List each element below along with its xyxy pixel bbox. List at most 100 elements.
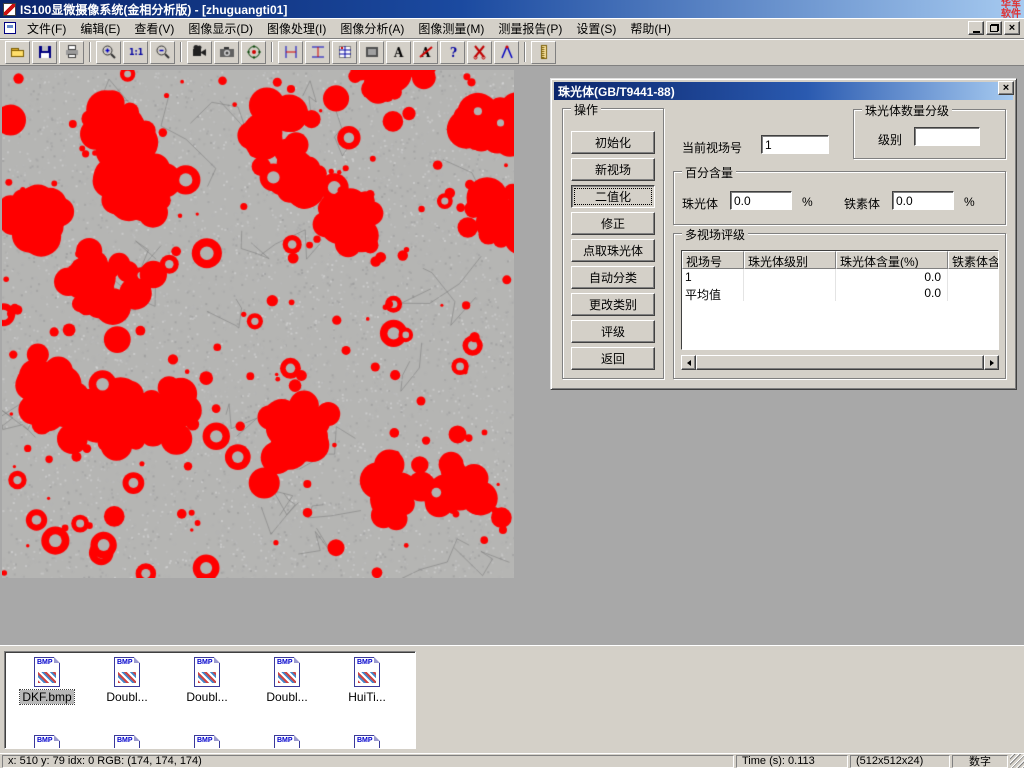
resize-grip[interactable] xyxy=(1010,754,1024,768)
zoom-in-button[interactable] xyxy=(96,41,121,64)
menu-view[interactable]: 查看(V) xyxy=(127,17,181,40)
op-button-initialize[interactable]: 初始化 xyxy=(571,131,655,154)
actual-size-button[interactable] xyxy=(123,41,148,64)
grading-table[interactable]: 视场号珠光体级别珠光体含量(%)铁素体含量(%) 10.0平均值0.0 xyxy=(681,250,999,350)
percent-group-label: 百分含量 xyxy=(682,164,736,181)
data-table-button[interactable] xyxy=(332,41,357,64)
minimize-button[interactable] xyxy=(968,21,984,35)
measure-height-button[interactable] xyxy=(305,41,330,64)
column-header: 铁素体含量(%) xyxy=(948,251,998,269)
scroll-thumb[interactable] xyxy=(696,355,984,370)
camera-capture-icon xyxy=(219,44,235,60)
title-bar[interactable]: IS100显微摄像系统(金相分析版) - [zhuguangti01] 华军 软… xyxy=(0,0,1024,18)
file-list[interactable]: BMPDKF.bmpBMPDoubl...BMPDoubl...BMPDoubl… xyxy=(4,651,416,749)
file-name: HuiTi... xyxy=(346,690,388,704)
angle-measure-icon xyxy=(499,44,515,60)
menu-image-measure[interactable]: 图像测量(M) xyxy=(411,17,491,40)
video-capture-button[interactable] xyxy=(187,41,212,64)
table-row[interactable]: 10.0 xyxy=(682,269,998,285)
pearlite-label: 珠光体 xyxy=(682,195,718,212)
table-hscrollbar[interactable] xyxy=(681,355,999,370)
target-capture-button[interactable] xyxy=(241,41,266,64)
menu-settings[interactable]: 设置(S) xyxy=(569,17,623,40)
save-button[interactable] xyxy=(32,41,57,64)
menu-image-process[interactable]: 图像处理(I) xyxy=(260,17,333,40)
file-item-partial[interactable]: BMP xyxy=(87,732,167,749)
close-button[interactable]: × xyxy=(1004,21,1020,35)
file-item[interactable]: BMPDoubl... xyxy=(167,654,247,704)
ruler-icon xyxy=(536,44,552,60)
op-button-auto-classify[interactable]: 自动分类 xyxy=(571,266,655,289)
menu-bar: 文件(F)编辑(E)查看(V)图像显示(D)图像处理(I)图像分析(A)图像测量… xyxy=(0,18,1024,39)
file-thumbnail-art xyxy=(38,672,56,683)
file-item-partial[interactable]: BMP xyxy=(247,732,327,749)
ferrite-unit: % xyxy=(964,195,975,209)
text-annotate-button[interactable] xyxy=(386,41,411,64)
menu-image-analysis[interactable]: 图像分析(A) xyxy=(333,17,411,40)
app-icon xyxy=(3,3,16,16)
delete-measure-button[interactable] xyxy=(467,41,492,64)
dialog-body: 操作 初始化新视场二值化修正点取珠光体自动分类更改类别评级返回 当前视场号 珠光… xyxy=(554,102,1013,386)
file-item-partial[interactable]: BMP xyxy=(327,732,407,749)
scroll-right-button[interactable] xyxy=(984,355,999,370)
angle-measure-button[interactable] xyxy=(494,41,519,64)
op-button-new-field[interactable]: 新视场 xyxy=(571,158,655,181)
file-thumbnail-art xyxy=(118,672,136,683)
delete-measure-icon xyxy=(472,44,488,60)
text-style-button[interactable] xyxy=(413,41,438,64)
grade-input[interactable] xyxy=(914,127,980,146)
grade-group: 珠光体数量分级 级别 xyxy=(853,109,1006,159)
micrograph-image[interactable] xyxy=(2,70,514,578)
current-field-label: 当前视场号 xyxy=(682,139,742,156)
multi-field-group-label: 多视场评级 xyxy=(682,226,748,243)
grade-group-label: 珠光体数量分级 xyxy=(862,102,952,119)
file-item[interactable]: BMPDoubl... xyxy=(247,654,327,704)
restore-button[interactable] xyxy=(986,21,1002,35)
column-header: 视场号 xyxy=(682,251,744,269)
open-button[interactable] xyxy=(5,41,30,64)
minimize-icon xyxy=(973,31,980,33)
op-button-pick-pearlite[interactable]: 点取珠光体 xyxy=(571,239,655,262)
print-button[interactable] xyxy=(59,41,84,64)
help-button[interactable] xyxy=(440,41,465,64)
file-item-partial[interactable]: BMP xyxy=(167,732,247,749)
operations-group-label: 操作 xyxy=(571,101,601,118)
dialog-close-button[interactable]: × xyxy=(998,81,1014,95)
camera-capture-button[interactable] xyxy=(214,41,239,64)
file-type-label: BMP xyxy=(197,659,213,667)
table-row[interactable]: 平均值0.0 xyxy=(682,285,998,301)
op-button-modify[interactable]: 修正 xyxy=(571,212,655,235)
menu-image-display[interactable]: 图像显示(D) xyxy=(181,17,260,40)
file-name: DKF.bmp xyxy=(20,690,73,704)
menu-file[interactable]: 文件(F) xyxy=(20,17,73,40)
op-button-change-class[interactable]: 更改类别 xyxy=(571,293,655,316)
file-item[interactable]: BMPHuiTi... xyxy=(327,654,407,704)
cursor-position-status: x: 510 y: 79 idx: 0 RGB: (174, 174, 174) xyxy=(2,755,734,768)
scroll-left-button[interactable] xyxy=(681,355,696,370)
pearlite-input[interactable] xyxy=(730,191,792,210)
percent-group: 百分含量 珠光体 % 铁素体 % xyxy=(673,171,1006,225)
table-cell: 0.0 xyxy=(836,285,948,301)
op-button-grade[interactable]: 评级 xyxy=(571,320,655,343)
file-item-partial[interactable]: BMP xyxy=(7,732,87,749)
file-item[interactable]: BMP DKF.bmp xyxy=(7,654,87,704)
roi-block-button[interactable] xyxy=(359,41,384,64)
table-cell xyxy=(744,269,836,285)
op-button-back[interactable]: 返回 xyxy=(571,347,655,370)
menu-help[interactable]: 帮助(H) xyxy=(623,17,678,40)
ruler-button[interactable] xyxy=(531,41,556,64)
op-button-binarize[interactable]: 二值化 xyxy=(571,185,655,208)
bmp-file-icon: BMP xyxy=(34,657,60,687)
ferrite-input[interactable] xyxy=(892,191,954,210)
menu-edit[interactable]: 编辑(E) xyxy=(73,17,127,40)
toolbar xyxy=(0,39,1024,66)
file-item[interactable]: BMPDoubl... xyxy=(87,654,167,704)
measure-width-button[interactable] xyxy=(278,41,303,64)
current-field-input[interactable] xyxy=(761,135,829,154)
application-window: IS100显微摄像系统(金相分析版) - [zhuguangti01] 华军 软… xyxy=(0,0,1024,768)
menu-measure-report[interactable]: 测量报告(P) xyxy=(491,17,569,40)
print-icon xyxy=(64,44,80,60)
dialog-title-bar[interactable]: 珠光体(GB/T9441-88) xyxy=(554,82,1013,100)
zoom-out-button[interactable] xyxy=(150,41,175,64)
toolbar-separator xyxy=(271,42,273,62)
